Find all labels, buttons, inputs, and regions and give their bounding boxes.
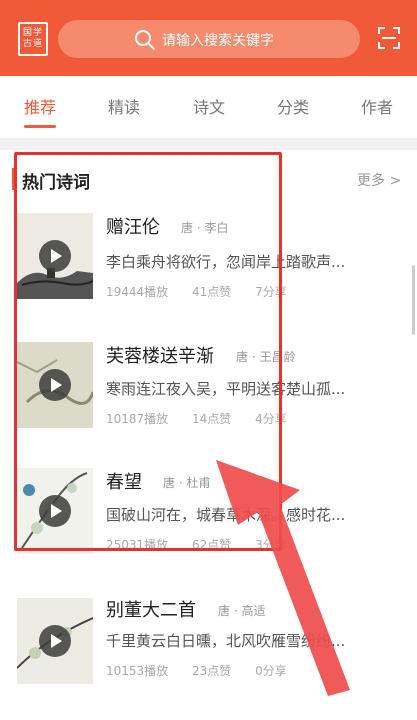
tab-intensive-reading[interactable]: 精读 (108, 94, 140, 118)
search-bar[interactable]: 请输入搜索关键字 (58, 20, 360, 58)
app-logo[interactable]: 国学 古道 (18, 22, 48, 56)
tab-categories[interactable]: 分类 (277, 94, 309, 118)
scan-icon[interactable] (377, 26, 401, 50)
tab-poems[interactable]: 诗文 (193, 94, 225, 118)
highlight-box (14, 152, 282, 551)
top-bar: 国学 古道 请输入搜索关键字 (0, 0, 417, 76)
poem-item[interactable]: 别董大二首 唐 · 高适 千里黄云白日曛，北风吹雁雪纷纷... 10153播放 … (0, 590, 417, 716)
search-placeholder: 请输入搜索关键字 (162, 33, 274, 49)
category-tabs: 推荐 精读 诗文 分类 作者 (0, 76, 417, 138)
play-icon[interactable] (39, 625, 71, 657)
tab-recommend[interactable]: 推荐 (24, 94, 56, 118)
poem-excerpt: 千里黄云白日曛，北风吹雁雪纷纷... (106, 632, 346, 650)
poem-title: 别董大二首 (106, 600, 196, 621)
play-count: 10153播放 (106, 664, 169, 678)
more-link[interactable]: 更多 > (357, 170, 401, 190)
active-tab-indicator (24, 125, 56, 128)
poem-stats: 10153播放 23点赞 0分享 (106, 662, 307, 679)
share-count: 0分享 (255, 664, 287, 678)
tab-authors[interactable]: 作者 (361, 94, 393, 118)
scrollbar[interactable] (412, 265, 415, 335)
poem-thumbnail (17, 598, 93, 684)
poem-author: 唐 · 高适 (218, 604, 266, 618)
logo-text: 国学 古道 (22, 28, 43, 49)
like-count: 23点赞 (192, 664, 232, 678)
search-icon (135, 30, 155, 50)
